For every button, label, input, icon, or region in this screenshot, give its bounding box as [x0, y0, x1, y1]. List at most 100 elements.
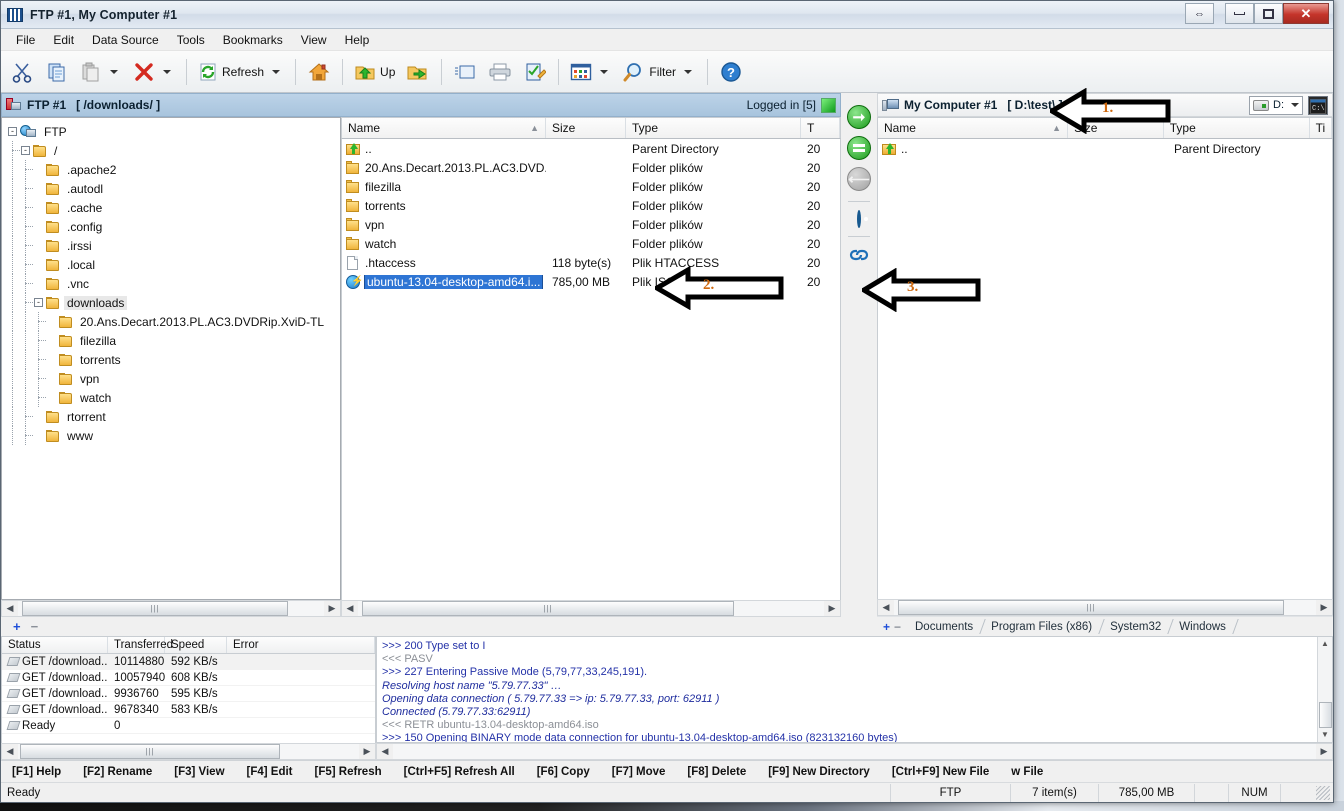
scroll-up-icon[interactable]: ▲ [1321, 637, 1329, 651]
fkey-f3-view[interactable]: [F3] View [163, 766, 235, 778]
queue-column-transferred[interactable]: Transferred [108, 637, 173, 653]
menu-item-tools[interactable]: Tools [168, 30, 214, 50]
scroll-right-icon[interactable]: ▶ [324, 601, 340, 616]
tree-expander[interactable]: - [8, 127, 17, 136]
add-tab-button[interactable]: + [879, 620, 894, 634]
queue-hscrollbar[interactable]: ◀ ||| ▶ [1, 743, 376, 760]
open-console-button[interactable]: C:\ [1308, 95, 1328, 115]
tree-node[interactable]: - downloads [8, 293, 340, 312]
tree-node[interactable]: .apache2 [8, 160, 340, 179]
refresh-dropdown-caret[interactable] [272, 69, 281, 74]
scroll-right-icon[interactable]: ▶ [1316, 744, 1332, 759]
scroll-right-icon[interactable]: ▶ [824, 601, 840, 616]
tab-windows[interactable]: Windows [1171, 618, 1236, 635]
tree-node[interactable]: www [8, 426, 340, 445]
log-vscrollbar[interactable]: ▲ ▼ [1317, 637, 1332, 742]
fkey-ctrlf5-refresh-all[interactable]: [Ctrl+F5] Refresh All [393, 766, 526, 778]
log-hscroll-track[interactable] [393, 744, 1316, 759]
tree-node[interactable]: rtorrent [8, 407, 340, 426]
column-header-time[interactable]: T [801, 118, 840, 138]
download-button[interactable]: ➞ [846, 105, 871, 129]
edit-document-button[interactable] [518, 55, 552, 89]
queue-row[interactable]: GET /download... 10114880 592 KB/s [2, 654, 375, 670]
fkey-f5-refresh[interactable]: [F5] Refresh [304, 766, 393, 778]
column-header-name[interactable]: Name ▲ [878, 118, 1069, 138]
table-row[interactable]: .. Parent Directory 20 [342, 139, 840, 158]
tree-node[interactable]: .local [8, 255, 340, 274]
table-row[interactable]: watch Folder plików 20 [342, 234, 840, 253]
help-button[interactable]: ? [714, 55, 748, 89]
tree-node[interactable]: filezilla [8, 331, 340, 350]
tree-node[interactable]: vpn [8, 369, 340, 388]
resize-grip-icon[interactable] [1316, 785, 1330, 800]
queue-column-status[interactable]: Status [2, 637, 108, 653]
scroll-left-icon[interactable]: ◀ [2, 744, 18, 759]
tree-expander[interactable]: - [21, 146, 30, 155]
scroll-right-icon[interactable]: ▶ [359, 744, 375, 759]
fkey-f9-new-directory[interactable]: [F9] New Directory [757, 766, 881, 778]
fkey-new-file-overflow[interactable]: w File [1000, 766, 1054, 778]
queue-row[interactable]: Ready 0 [2, 718, 375, 734]
queue-scroll-track[interactable]: ||| [18, 744, 359, 759]
table-row[interactable]: torrents Folder plików 20 [342, 196, 840, 215]
queue-button[interactable] [846, 136, 871, 160]
list-scroll-track[interactable]: ||| [358, 601, 824, 616]
scroll-down-icon[interactable]: ▼ [1321, 728, 1329, 742]
column-header-size[interactable]: Size [546, 118, 626, 138]
filter-dropdown-caret[interactable] [684, 69, 693, 74]
list-hscrollbar[interactable]: ◀ ||| ▶ [341, 600, 841, 617]
tree-scroll-track[interactable]: ||| [18, 601, 324, 616]
table-row[interactable]: .. Parent Directory [878, 139, 1332, 158]
copy-button[interactable] [40, 55, 74, 89]
ftp-pane-header[interactable]: FTP #1 [ /downloads/ ] Logged in [5] [1, 93, 841, 117]
open-folder-button[interactable] [401, 55, 435, 89]
paste-button[interactable] [75, 55, 127, 89]
tree-node[interactable]: .config [8, 217, 340, 236]
log-hscrollbar[interactable]: ◀ ▶ [376, 743, 1333, 760]
queue-scroll-thumb[interactable]: ||| [20, 744, 280, 759]
queue-column-speed[interactable]: Speed [165, 637, 227, 653]
column-header-time[interactable]: Ti [1310, 118, 1332, 138]
delete-dropdown-caret[interactable] [163, 69, 171, 74]
rollup-button[interactable]: ⇔ [1185, 3, 1214, 24]
menu-item-bookmarks[interactable]: Bookmarks [214, 30, 292, 50]
ftp-tree[interactable]: - FTP - / .apache2 .autodl .cache .config .irssi… [1, 117, 341, 600]
fkey-f1-help[interactable]: [F1] Help [1, 766, 72, 778]
properties-button[interactable] [448, 55, 482, 89]
tree-node[interactable]: 20.Ans.Decart.2013.PL.AC3.DVDRip.XviD-TL [8, 312, 340, 331]
queue-row[interactable]: GET /download... 9936760 595 KB/s [2, 686, 375, 702]
log-scroll-thumb[interactable] [1318, 702, 1332, 728]
refresh-button[interactable]: Refresh [193, 55, 289, 89]
minimize-button[interactable] [1225, 3, 1254, 24]
drive-selector[interactable]: D: [1249, 95, 1303, 115]
fkey-f2-rename[interactable]: [F2] Rename [72, 766, 163, 778]
close-button[interactable]: ✕ [1283, 3, 1329, 24]
menu-item-file[interactable]: File [7, 30, 44, 50]
column-header-name[interactable]: Name ▲ [342, 118, 546, 138]
settings-button[interactable] [856, 210, 861, 228]
menu-item-edit[interactable]: Edit [44, 30, 83, 50]
fkey-f7-move[interactable]: [F7] Move [601, 766, 677, 778]
filter-button[interactable]: Filter [618, 55, 701, 89]
table-row[interactable]: 20.Ans.Decart.2013.PL.AC3.DVD... Folder p… [342, 158, 840, 177]
menu-item-datasource[interactable]: Data Source [83, 30, 168, 50]
local-file-list[interactable]: .. Parent Directory [876, 139, 1333, 599]
add-tab-button[interactable]: + [13, 619, 21, 634]
column-header-type[interactable]: Type [1164, 118, 1310, 138]
scroll-left-icon[interactable]: ◀ [342, 601, 358, 616]
menu-item-view[interactable]: View [292, 30, 336, 50]
view-mode-dropdown-caret[interactable] [600, 69, 609, 74]
tree-node[interactable]: .vnc [8, 274, 340, 293]
tree-node[interactable]: watch [8, 388, 340, 407]
tree-node[interactable]: torrents [8, 350, 340, 369]
tree-node[interactable]: .irssi [8, 236, 340, 255]
ftp-file-list[interactable]: .. Parent Directory 20 20.Ans.Decart.2013.P… [341, 139, 841, 600]
chevron-down-icon[interactable] [1291, 103, 1299, 107]
queue-row[interactable]: GET /download... 10057940 608 KB/s [2, 670, 375, 686]
tree-hscrollbar[interactable]: ◀ ||| ▶ [1, 600, 341, 617]
tab-program-files-x86[interactable]: Program Files (x86) [983, 618, 1102, 635]
column-header-type[interactable]: Type [626, 118, 801, 138]
paste-dropdown-caret[interactable] [110, 69, 118, 74]
queue-list[interactable]: GET /download... 10114880 592 KB/s GET /dow… [1, 654, 376, 743]
queue-row[interactable]: GET /download... 9678340 583 KB/s [2, 702, 375, 718]
